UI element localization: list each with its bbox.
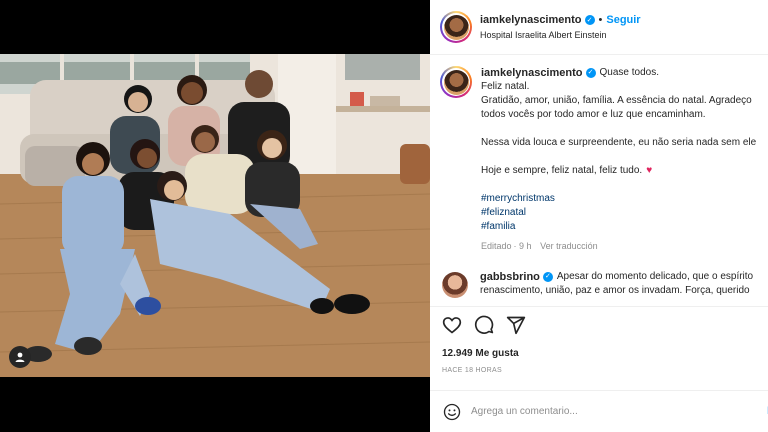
edited-label: Editado	[481, 241, 512, 251]
caption-line: Gratidão, amor, união, família. A essênc…	[481, 95, 752, 106]
caption-title: Quase todos.	[599, 67, 659, 78]
verified-icon: ✓	[585, 68, 596, 78]
hashtag-link[interactable]: #familia	[481, 220, 768, 234]
caption-line: todos vocês por todo amor e luz que enca…	[481, 109, 706, 120]
separator-dot: •	[598, 14, 603, 26]
verified-icon: ✓	[542, 272, 553, 282]
caption-line: Nessa vida louca e surpreendente, eu não…	[481, 137, 757, 148]
author-avatar[interactable]	[440, 11, 472, 43]
caption-line: Hoje e sempre, feliz natal, feliz tudo.	[481, 165, 643, 176]
post-location[interactable]: Hospital Israelita Albert Einstein	[480, 30, 641, 40]
commenter-username[interactable]: gabbsbrino	[480, 270, 540, 284]
share-icon[interactable]	[506, 315, 526, 335]
comment-composer: P	[430, 390, 768, 432]
hashtag-link[interactable]: #merrychristmas	[481, 192, 768, 206]
verified-icon: ✓	[584, 15, 595, 25]
post-side-panel: iamkelynascimento ✓ • Seguir Hospital Is…	[430, 0, 768, 432]
caption-author-username[interactable]: iamkelynascimento	[481, 66, 583, 80]
comment-input[interactable]	[471, 406, 741, 417]
comment-text: Apesar do momento delicado, que o espíri…	[556, 271, 754, 282]
action-bar: 12.949 Me gusta HACE 18 HORAS	[430, 306, 768, 391]
user-tag-button[interactable]	[9, 346, 31, 368]
family-photo-illustration	[0, 54, 430, 377]
emoji-icon[interactable]	[443, 403, 461, 421]
post-caption: iamkelynascimento ✓ Quase todos. Feliz n…	[440, 66, 768, 253]
caption-author-avatar[interactable]	[440, 66, 472, 98]
post-photo[interactable]	[0, 54, 430, 377]
author-username[interactable]: iamkelynascimento	[480, 14, 582, 26]
red-heart-emoji-icon: ♥	[646, 165, 653, 176]
commenter-avatar[interactable]	[442, 272, 468, 298]
likes-count[interactable]: 12.949 Me gusta	[442, 348, 519, 359]
post-header: iamkelynascimento ✓ • Seguir Hospital Is…	[430, 0, 768, 55]
comment-item: gabbsbrino ✓ Apesar do momento delicado,…	[442, 270, 768, 298]
follow-button[interactable]: Seguir	[606, 14, 640, 26]
user-tag-icon	[15, 352, 25, 362]
comment-text: renascimento, união, paz e amor os invad…	[480, 285, 750, 296]
post-media-area	[0, 0, 430, 432]
comment-icon[interactable]	[474, 315, 494, 335]
caption-line: Feliz natal.	[481, 81, 530, 92]
hashtag-link[interactable]: #feliznatal	[481, 206, 768, 220]
edited-time: · 9 h	[513, 241, 532, 251]
heart-icon[interactable]	[442, 315, 462, 335]
see-translation-link[interactable]: Ver traducción	[540, 241, 598, 251]
post-time-ago: HACE 18 HORAS	[442, 367, 502, 374]
